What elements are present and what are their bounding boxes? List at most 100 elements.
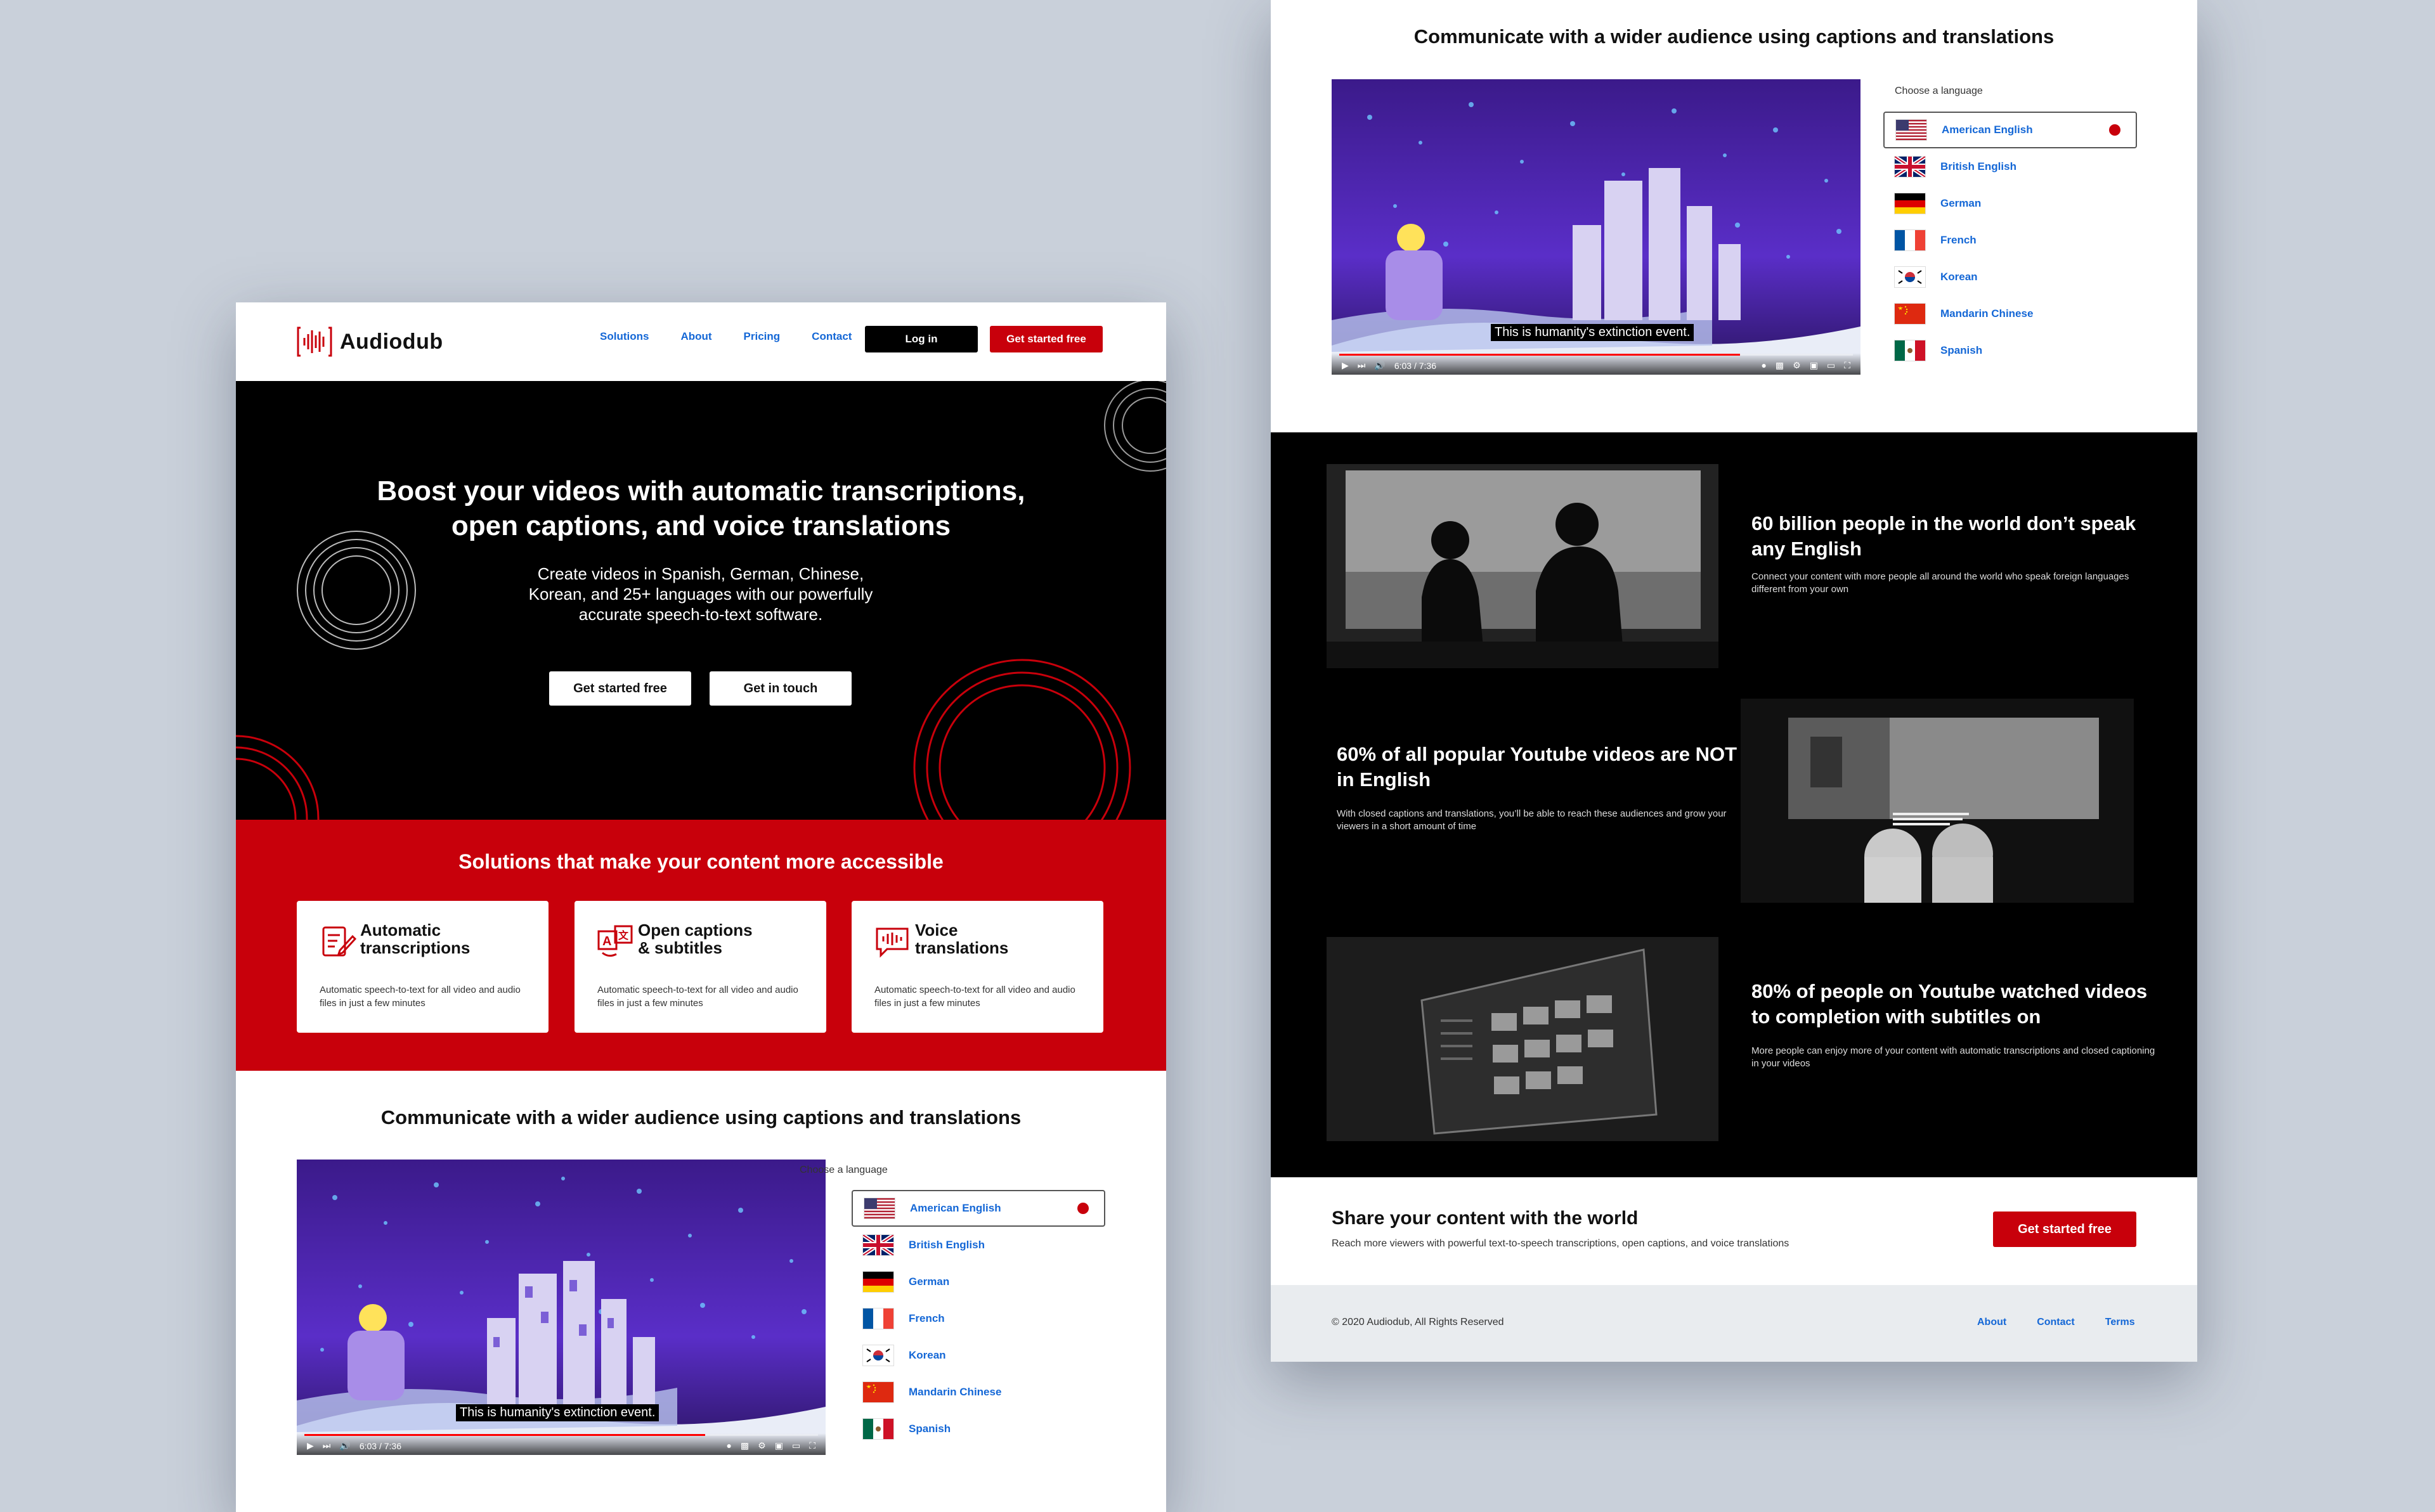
left-page-preview: Audiodub Solutions About Pricing Contact… (236, 302, 1166, 1512)
choose-language-label: Choose a language (1895, 86, 1983, 96)
video-player[interactable]: This is humanity's extinction event. ▶ ⏭… (297, 1160, 826, 1455)
language-option[interactable]: British English (852, 1227, 1105, 1263)
language-option[interactable]: Korean (852, 1337, 1105, 1374)
language-option[interactable]: French (1883, 222, 2137, 259)
video-progress-bar[interactable] (1339, 354, 1853, 356)
language-name: Mandarin Chinese (1940, 307, 2034, 320)
play-icon[interactable]: ▶ (1342, 360, 1349, 371)
language-name: Spanish (909, 1423, 951, 1435)
footer-link-about[interactable]: About (1977, 1317, 2006, 1328)
nav-pricing[interactable]: Pricing (744, 330, 781, 343)
video-controls-right: ● ▩ ⚙ ▣ ▭ ⛶ (1761, 360, 1850, 371)
volume-icon[interactable]: 🔊 (339, 1440, 350, 1451)
language-option[interactable]: American English (1883, 112, 2137, 148)
brand-logo[interactable]: Audiodub (297, 324, 443, 359)
video-progress-fill (304, 1434, 705, 1436)
login-button[interactable]: Log in (865, 326, 978, 352)
solution-card-transcriptions[interactable]: Automatic transcriptions Automatic speec… (297, 901, 549, 1033)
theater-icon[interactable]: ▭ (792, 1440, 800, 1451)
footer-links: About Contact Terms (1977, 1317, 2135, 1328)
language-option[interactable]: American English (852, 1190, 1105, 1227)
audio-wave-logo-icon (297, 326, 332, 357)
solution-card-voice[interactable]: Voice translations Automatic speech-to-t… (852, 901, 1103, 1033)
stat-photo-couple (1327, 464, 1718, 668)
decorative-red-circles-icon (236, 735, 320, 820)
language-option[interactable]: British English (1883, 148, 2137, 185)
language-option[interactable]: Spanish (852, 1411, 1105, 1447)
theater-icon[interactable]: ▭ (1827, 360, 1835, 371)
language-name: British English (909, 1239, 985, 1251)
fullscreen-icon[interactable]: ⛶ (809, 1440, 815, 1451)
fullscreen-icon[interactable]: ⛶ (1844, 360, 1850, 371)
miniplayer-icon[interactable]: ▣ (1810, 360, 1818, 371)
card-title-line: Automatic (360, 921, 441, 940)
language-name: Mandarin Chinese (909, 1386, 1002, 1398)
autoplay-icon[interactable]: ● (1761, 360, 1766, 371)
footer-link-terms[interactable]: Terms (2105, 1317, 2135, 1328)
miniplayer-icon[interactable]: ▣ (775, 1440, 783, 1451)
volume-icon[interactable]: 🔊 (1374, 360, 1385, 371)
stat-description: More people can enjoy more of your conte… (1751, 1045, 2155, 1069)
solutions-title: Solutions that make your content more ac… (458, 850, 944, 873)
video-progress-bar[interactable] (304, 1434, 818, 1436)
settings-icon[interactable]: ⚙ (1793, 360, 1801, 371)
video-controls-left: ▶ ⏭ 🔊 6:03 / 7:36 (1342, 360, 1436, 371)
hero-get-in-touch-button[interactable]: Get in touch (710, 671, 852, 706)
subtitles-icon[interactable]: ▩ (1776, 360, 1784, 371)
video-caption: This is humanity's extinction event. (1491, 324, 1694, 341)
language-name: French (909, 1312, 945, 1324)
selected-radio-icon (2109, 124, 2120, 136)
skip-next-icon[interactable]: ⏭ (1358, 360, 1366, 371)
language-option[interactable]: French (852, 1300, 1105, 1337)
skip-next-icon[interactable]: ⏭ (323, 1440, 331, 1451)
germany-flag-icon (863, 1272, 893, 1292)
france-flag-icon (863, 1308, 893, 1329)
nav-contact[interactable]: Contact (812, 330, 852, 343)
us-flag-icon (864, 1198, 895, 1218)
language-name: German (1940, 197, 1982, 209)
footer-link-contact[interactable]: Contact (2037, 1317, 2075, 1328)
video-time: 6:03 / 7:36 (359, 1440, 401, 1451)
video-progress-fill (1339, 354, 1740, 356)
play-icon[interactable]: ▶ (307, 1440, 314, 1451)
get-started-button[interactable]: Get started free (990, 326, 1103, 352)
cinema-audience-image (1741, 699, 2134, 903)
card-title: Automatic transcriptions (360, 921, 470, 957)
subtitles-icon[interactable]: ▩ (741, 1440, 749, 1451)
svg-text:A: A (602, 934, 611, 948)
share-section: Share your content with the world Reach … (1271, 1177, 2197, 1285)
language-option[interactable]: Korean (1883, 259, 2137, 295)
france-flag-icon (1895, 230, 1925, 250)
stat-title: 60 billion people in the world don’t spe… (1751, 512, 2136, 560)
video-controls-right: ● ▩ ⚙ ▣ ▭ ⛶ (726, 1440, 815, 1451)
settings-icon[interactable]: ⚙ (758, 1440, 766, 1451)
nav-solutions[interactable]: Solutions (600, 330, 649, 343)
hero-get-started-button[interactable]: Get started free (549, 671, 691, 706)
choose-language-label: Choose a language (800, 1165, 888, 1175)
site-header: Audiodub Solutions About Pricing Contact… (236, 302, 1166, 381)
silhouette-couple-image (1327, 464, 1718, 668)
solution-card-captions[interactable]: A 文 Open captions & subtitles Automatic … (575, 901, 826, 1033)
language-option[interactable]: Spanish (1883, 332, 2137, 369)
language-option[interactable]: German (852, 1263, 1105, 1300)
communicate-title: Communicate with a wider audience using … (1413, 25, 2055, 48)
selected-radio-icon (1077, 1203, 1089, 1214)
language-name: Spanish (1940, 344, 1983, 356)
nav-about[interactable]: About (680, 330, 711, 343)
language-option[interactable]: Mandarin Chinese (1883, 295, 2137, 332)
video-player[interactable]: This is humanity's extinction event. ▶ ⏭… (1332, 79, 1860, 375)
video-controls-left: ▶ ⏭ 🔊 6:03 / 7:36 (307, 1440, 401, 1451)
language-option[interactable]: Mandarin Chinese (852, 1374, 1105, 1411)
hero-title: Boost your videos with automatic transcr… (236, 474, 1166, 543)
brand-name: Audiodub (340, 329, 443, 354)
language-list: American English British English German Fre… (1883, 112, 2137, 369)
language-option[interactable]: German (1883, 185, 2137, 222)
speech-wave-icon (876, 927, 909, 958)
video-time: 6:03 / 7:36 (1394, 360, 1436, 371)
share-get-started-button[interactable]: Get started free (1993, 1212, 2136, 1247)
hero-subtitle: Create videos in Spanish, German, Chines… (528, 564, 873, 624)
autoplay-icon[interactable]: ● (726, 1440, 731, 1451)
stats-section: 60 billion people in the world don’t spe… (1271, 432, 2197, 1177)
copyright-text: © 2020 Audiodub, All Rights Reserved (1332, 1317, 1504, 1328)
card-title: Voice translations (915, 921, 1008, 957)
